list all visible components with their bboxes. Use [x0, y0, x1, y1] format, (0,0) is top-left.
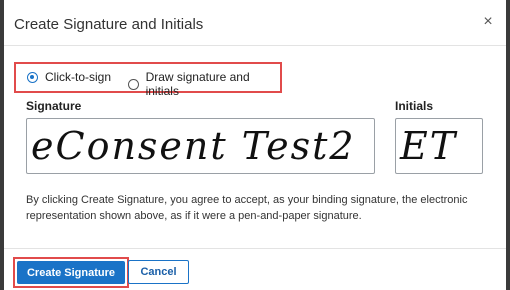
dialog-footer: Create Signature Cancel: [4, 248, 506, 290]
radio-draw-signature[interactable]: Draw signature and initials: [128, 70, 280, 98]
create-signature-dialog: Create Signature and Initials × Click-to…: [4, 0, 506, 290]
radio-button-selected[interactable]: [27, 71, 38, 83]
radio-label-draw-signature: Draw signature and initials: [145, 70, 250, 98]
cancel-button[interactable]: Cancel: [128, 260, 189, 284]
close-icon[interactable]: ×: [480, 14, 496, 30]
radio-click-to-sign[interactable]: Click-to-sign: [27, 70, 111, 84]
signature-preview: eConsent Test2: [26, 118, 375, 174]
background-strip-right: [506, 0, 510, 290]
radio-label-click-to-sign: Click-to-sign: [45, 70, 112, 84]
dialog-title: Create Signature and Initials: [14, 16, 204, 33]
initials-preview-text: ET: [400, 124, 458, 168]
dialog-header: Create Signature and Initials ×: [4, 0, 506, 46]
signature-label: Signature: [26, 99, 82, 113]
create-signature-button[interactable]: Create Signature: [17, 261, 125, 284]
initials-label: Initials: [395, 99, 434, 113]
radio-button-unselected[interactable]: [128, 78, 139, 90]
signature-mode-group: Click-to-sign Draw signature and initial…: [14, 62, 282, 98]
legal-disclaimer: By clicking Create Signature, you agree …: [26, 194, 468, 222]
initials-preview: ET: [395, 118, 483, 174]
create-signature-highlight: Create Signature: [13, 257, 129, 288]
signature-preview-text: eConsent Test2: [31, 124, 356, 168]
